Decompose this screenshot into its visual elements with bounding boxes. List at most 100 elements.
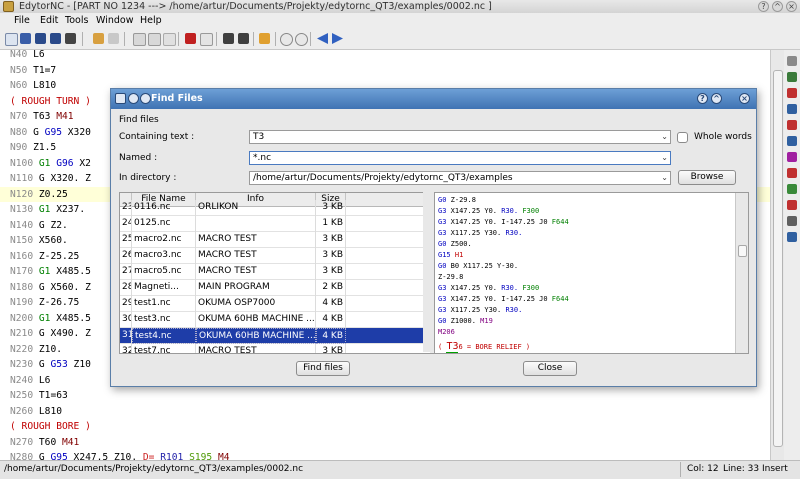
code-line[interactable]: N100 G1 G96 X2 [10,156,91,172]
open-file-icon[interactable] [20,33,31,44]
help-icon[interactable]: ? [758,1,769,12]
previous-window-icon[interactable] [317,33,328,44]
table-row[interactable]: 230116.ncORLIKON3 KB [120,200,430,216]
select-all-icon[interactable] [200,33,213,46]
menu-edit[interactable]: Edit [40,15,58,26]
line-number: N90 [10,142,34,153]
code-line[interactable]: N40 L6 [10,50,45,63]
table-row[interactable]: 31test4.ncOKUMA 60HB MACHINE ...4 KB [120,328,430,344]
code-line[interactable]: N200 G1 X485.5 [10,311,91,327]
renumber-icon[interactable] [259,33,270,44]
table-row[interactable]: 30test3.ncOKUMA 60HB MACHINE ...4 KB [120,312,430,328]
tool-icon[interactable] [787,216,797,226]
find-icon[interactable] [223,33,234,44]
containing-text-combo[interactable]: T3 ⌄ [249,130,671,144]
delete-icon[interactable] [185,33,196,44]
tool-icon[interactable] [787,168,797,178]
table-row[interactable]: 25macro2.ncMACRO TEST3 KB [120,232,430,248]
tool-icon[interactable] [787,56,797,66]
tool-icon[interactable] [787,104,797,114]
tool-icon[interactable] [787,120,797,130]
code-line[interactable]: N70 T63 M41 [10,109,74,125]
code-line[interactable]: N50 T1=7 [10,63,56,79]
calculator-icon[interactable] [787,72,797,82]
maximize-icon[interactable]: ^ [772,1,783,12]
code-line[interactable]: N180 G X560. Z [10,280,91,296]
code-token: G1 [38,204,51,215]
redo-icon[interactable] [108,33,119,44]
code-line[interactable]: N230 G G53 Z10 [10,357,91,373]
tool-icon[interactable] [787,184,797,194]
undo-icon[interactable] [93,33,104,44]
zoom-in-icon[interactable] [280,33,293,46]
table-row[interactable]: 240125.nc 1 KB [120,216,430,232]
dialog-pin-icon[interactable] [140,93,151,104]
dialog-maximize-icon[interactable]: ^ [711,93,722,104]
menu-help[interactable]: Help [140,15,162,26]
named-combo[interactable]: *.nc ⌄ [249,151,671,165]
table-row[interactable]: 27macro5.ncMACRO TEST3 KB [120,264,430,280]
tool-icon[interactable] [787,136,797,146]
save-icon[interactable] [35,33,46,44]
table-row[interactable]: 26macro3.ncMACRO TEST3 KB [120,248,430,264]
code-line[interactable]: N190 Z-26.75 [10,295,79,311]
whole-words-checkbox[interactable] [677,132,688,143]
code-line[interactable]: N210 G X490. Z [10,326,91,342]
browse-button[interactable]: Browse [678,170,736,185]
preview-token: R30. [505,306,523,314]
code-line[interactable]: N60 L810 [10,78,56,94]
code-line[interactable]: N140 G Z2. [10,218,68,234]
code-line[interactable]: N160 Z-25.25 [10,249,79,265]
close-button[interactable]: Close [523,361,577,376]
zoom-out-icon[interactable] [295,33,308,46]
copy-icon[interactable] [148,33,161,46]
tool-icon[interactable] [787,88,797,98]
code-line[interactable]: N250 T1=63 [10,388,68,404]
code-line[interactable]: N170 G1 X485.5 [10,264,91,280]
code-line[interactable]: N110 G X320. Z [10,171,91,187]
code-line[interactable]: N270 T60 M41 [10,435,79,451]
next-window-icon[interactable] [332,33,343,44]
table-row[interactable]: 29test1.ncOKUMA OSP70004 KB [120,296,430,312]
code-line[interactable]: ( ROUGH BORE ) [10,419,91,435]
tool-icon[interactable] [787,200,797,210]
scrollbar-thumb[interactable] [738,245,747,257]
code-line[interactable]: N130 G1 X237. [10,202,85,218]
editor-scrollbar[interactable] [770,50,784,460]
paste-icon[interactable] [163,33,176,46]
code-line[interactable]: N150 X560. [10,233,68,249]
file-preview[interactable]: G0 Z-29.8 G3 X147.25 Y0. R30. F300 G3 X147… [434,192,749,354]
code-line[interactable]: ( ROUGH TURN ) [10,94,91,110]
menu-tools[interactable]: Tools [65,15,88,26]
code-line[interactable]: N240 L6 [10,373,50,389]
directory-value: /home/artur/Documents/Projekty/edytornc_… [253,173,513,183]
tool-icon[interactable] [787,152,797,162]
save-as-icon[interactable] [50,33,61,44]
scrollbar-thumb[interactable] [773,70,783,447]
code-line[interactable]: N280 G G95 X247.5 Z10. D= R101 S195 M4 [10,450,230,460]
menu-window[interactable]: Window [96,15,133,26]
replace-icon[interactable] [238,33,249,44]
print-icon[interactable] [65,33,76,44]
preview-token: Z-29.8 [438,273,464,281]
new-file-icon[interactable] [5,33,18,46]
code-line[interactable]: N90 Z1.5 [10,140,56,156]
find-files-button[interactable]: Find files [296,361,350,376]
table-row[interactable]: 28Magneti...MAIN PROGRAM2 KB [120,280,430,296]
preview-scrollbar[interactable] [735,193,748,353]
close-icon[interactable]: × [786,1,797,12]
dialog-menu-icon[interactable] [128,93,139,104]
menu-file[interactable]: File [14,15,30,26]
code-token: G1 [38,157,51,169]
code-line[interactable]: N260 L810 [10,404,62,420]
table-row[interactable]: 32test7.ncMACRO TEST3 KB [120,344,430,353]
results-table[interactable]: File Name Info Size 230116.ncORLIKON3 KB… [119,192,436,354]
code-line[interactable]: N220 Z10. [10,342,62,358]
directory-combo[interactable]: /home/artur/Documents/Projekty/edytornc_… [249,171,671,185]
pane-splitter[interactable] [423,192,434,352]
tool-icon[interactable] [787,232,797,242]
code-line[interactable]: N80 G G95 X320 [10,125,91,141]
dialog-help-icon[interactable]: ? [697,93,708,104]
cut-icon[interactable] [133,33,146,46]
dialog-close-icon[interactable]: × [739,93,750,104]
